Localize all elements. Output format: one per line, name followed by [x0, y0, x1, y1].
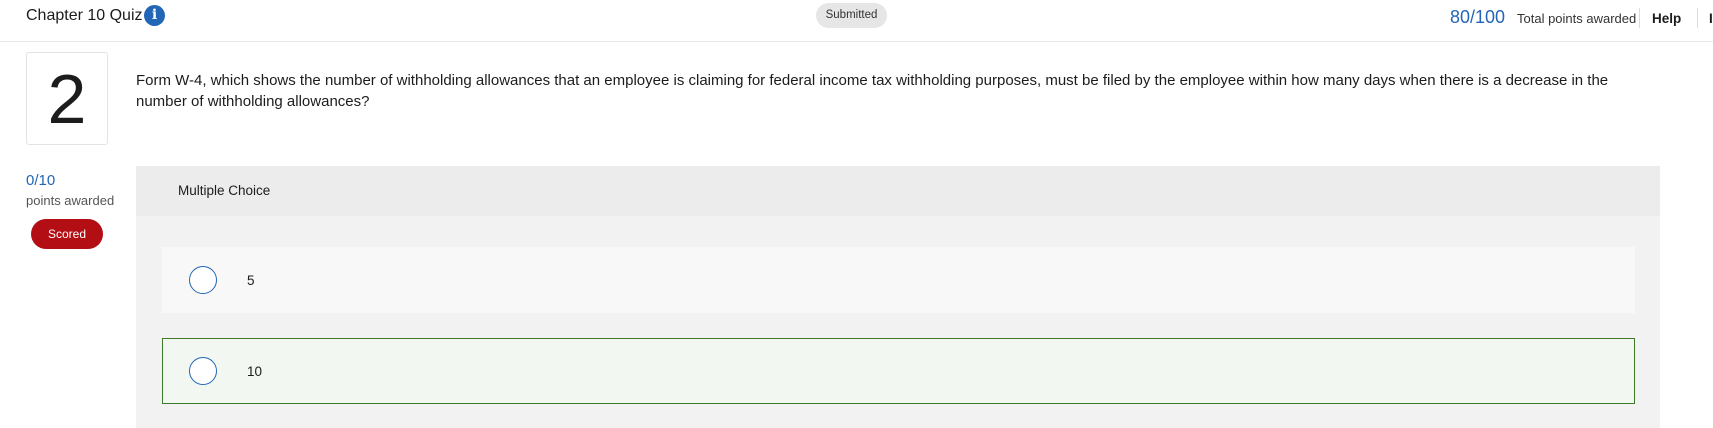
answer-option-correct[interactable]: 10: [162, 338, 1635, 404]
question-text: Form W-4, which shows the number of with…: [136, 72, 1609, 110]
header-menu-item[interactable]: I: [1709, 10, 1713, 28]
submission-status-badge: Submitted: [816, 3, 887, 28]
header-divider: [1697, 8, 1698, 28]
radio-button[interactable]: [189, 357, 217, 385]
question-points: 0/10: [26, 172, 56, 189]
quiz-header: Chapter 10 Quiz i Submitted 80/100 Total…: [0, 0, 1713, 42]
question-points-label: points awarded: [26, 193, 115, 208]
answer-panel: Multiple Choice 5 10: [136, 166, 1660, 428]
question-number-box: 2: [26, 52, 108, 145]
radio-button[interactable]: [189, 266, 217, 294]
quiz-title: Chapter 10 Quiz: [26, 7, 143, 24]
scored-badge: Scored: [31, 219, 103, 249]
answer-type-header: Multiple Choice: [136, 166, 1660, 216]
info-icon[interactable]: i: [144, 5, 165, 26]
help-link[interactable]: Help: [1652, 10, 1681, 28]
answer-option-label: 5: [247, 273, 255, 288]
answer-option[interactable]: 5: [162, 247, 1635, 313]
header-divider: [1639, 8, 1640, 28]
total-score: 80/100: [1450, 7, 1506, 27]
answer-type-label: Multiple Choice: [178, 183, 271, 198]
total-score-label: Total points awarded: [1517, 11, 1637, 26]
question-number: 2: [47, 60, 87, 138]
answer-option-label: 10: [247, 364, 263, 379]
